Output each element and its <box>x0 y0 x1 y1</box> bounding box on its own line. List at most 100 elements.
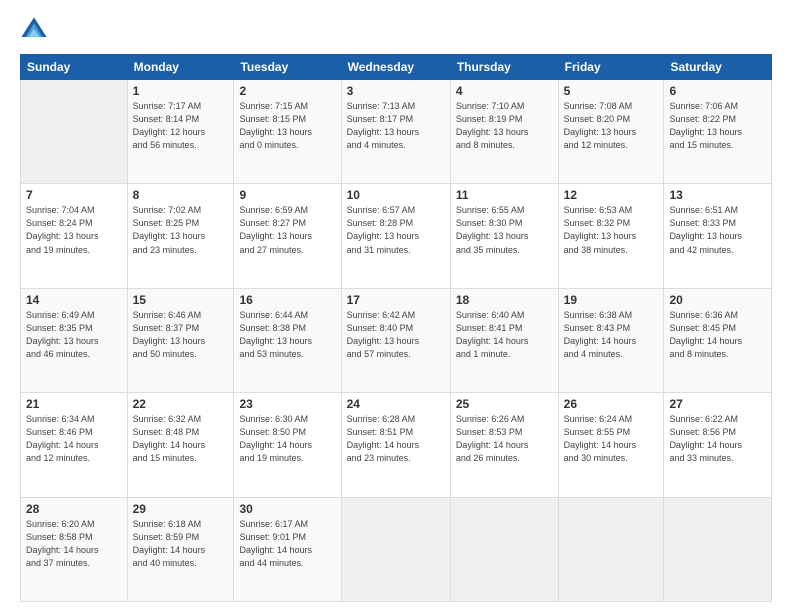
day-number: 9 <box>239 188 335 202</box>
day-number: 6 <box>669 84 766 98</box>
day-cell: 4 Sunrise: 7:10 AM Sunset: 8:19 PM Daylig… <box>450 80 558 184</box>
day-number: 5 <box>564 84 659 98</box>
logo <box>20 16 52 44</box>
day-cell: 27 Sunrise: 6:22 AM Sunset: 8:56 PM Dayli… <box>664 393 772 497</box>
weekday-header-tuesday: Tuesday <box>234 55 341 80</box>
day-cell: 9 Sunrise: 6:59 AM Sunset: 8:27 PM Daylig… <box>234 184 341 288</box>
day-cell: 7Sunrise: 7:04 AM Sunset: 8:24 PM Daylig… <box>21 184 128 288</box>
day-number: 16 <box>239 293 335 307</box>
day-info: Sunrise: 6:18 AM Sunset: 8:59 PM Dayligh… <box>133 518 229 570</box>
day-cell: 28Sunrise: 6:20 AM Sunset: 8:58 PM Dayli… <box>21 497 128 601</box>
day-number: 19 <box>564 293 659 307</box>
day-info: Sunrise: 6:22 AM Sunset: 8:56 PM Dayligh… <box>669 413 766 465</box>
day-cell: 8 Sunrise: 7:02 AM Sunset: 8:25 PM Daylig… <box>127 184 234 288</box>
day-info: Sunrise: 7:15 AM Sunset: 8:15 PM Dayligh… <box>239 100 335 152</box>
day-cell <box>664 497 772 601</box>
week-row-5: 28Sunrise: 6:20 AM Sunset: 8:58 PM Dayli… <box>21 497 772 601</box>
weekday-header-row: SundayMondayTuesdayWednesdayThursdayFrid… <box>21 55 772 80</box>
day-number: 11 <box>456 188 553 202</box>
day-cell: 26Sunrise: 6:24 AM Sunset: 8:55 PM Dayli… <box>558 393 664 497</box>
day-info: Sunrise: 7:06 AM Sunset: 8:22 PM Dayligh… <box>669 100 766 152</box>
day-cell: 12 Sunrise: 6:53 AM Sunset: 8:32 PM Dayli… <box>558 184 664 288</box>
day-number: 23 <box>239 397 335 411</box>
day-number: 17 <box>347 293 445 307</box>
week-row-4: 21 Sunrise: 6:34 AM Sunset: 8:46 PM Dayli… <box>21 393 772 497</box>
day-cell: 29 Sunrise: 6:18 AM Sunset: 8:59 PM Dayli… <box>127 497 234 601</box>
day-info: Sunrise: 6:26 AM Sunset: 8:53 PM Dayligh… <box>456 413 553 465</box>
day-cell: 2 Sunrise: 7:15 AM Sunset: 8:15 PM Daylig… <box>234 80 341 184</box>
day-cell: 22 Sunrise: 6:32 AM Sunset: 8:48 PM Dayli… <box>127 393 234 497</box>
day-cell: 10 Sunrise: 6:57 AM Sunset: 8:28 PM Dayli… <box>341 184 450 288</box>
day-cell: 19 Sunrise: 6:38 AM Sunset: 8:43 PM Dayli… <box>558 288 664 392</box>
day-number: 22 <box>133 397 229 411</box>
day-cell: 16 Sunrise: 6:44 AM Sunset: 8:38 PM Dayli… <box>234 288 341 392</box>
day-cell <box>558 497 664 601</box>
day-info: Sunrise: 6:28 AM Sunset: 8:51 PM Dayligh… <box>347 413 445 465</box>
day-number: 24 <box>347 397 445 411</box>
day-info: Sunrise: 6:59 AM Sunset: 8:27 PM Dayligh… <box>239 204 335 256</box>
day-cell: 15Sunrise: 6:46 AM Sunset: 8:37 PM Dayli… <box>127 288 234 392</box>
day-cell: 11 Sunrise: 6:55 AM Sunset: 8:30 PM Dayli… <box>450 184 558 288</box>
day-info: Sunrise: 7:02 AM Sunset: 8:25 PM Dayligh… <box>133 204 229 256</box>
header <box>20 16 772 44</box>
day-number: 2 <box>239 84 335 98</box>
day-cell: 23 Sunrise: 6:30 AM Sunset: 8:50 PM Dayli… <box>234 393 341 497</box>
day-info: Sunrise: 7:10 AM Sunset: 8:19 PM Dayligh… <box>456 100 553 152</box>
day-info: Sunrise: 6:57 AM Sunset: 8:28 PM Dayligh… <box>347 204 445 256</box>
weekday-header-monday: Monday <box>127 55 234 80</box>
week-row-1: 1 Sunrise: 7:17 AM Sunset: 8:14 PM Daylig… <box>21 80 772 184</box>
day-cell: 21 Sunrise: 6:34 AM Sunset: 8:46 PM Dayli… <box>21 393 128 497</box>
day-info: Sunrise: 6:38 AM Sunset: 8:43 PM Dayligh… <box>564 309 659 361</box>
weekday-header-wednesday: Wednesday <box>341 55 450 80</box>
weekday-header-friday: Friday <box>558 55 664 80</box>
day-cell: 25Sunrise: 6:26 AM Sunset: 8:53 PM Dayli… <box>450 393 558 497</box>
day-number: 10 <box>347 188 445 202</box>
day-cell: 30Sunrise: 6:17 AM Sunset: 9:01 PM Dayli… <box>234 497 341 601</box>
day-number: 27 <box>669 397 766 411</box>
day-info: Sunrise: 7:17 AM Sunset: 8:14 PM Dayligh… <box>133 100 229 152</box>
logo-icon <box>20 16 48 44</box>
day-info: Sunrise: 6:44 AM Sunset: 8:38 PM Dayligh… <box>239 309 335 361</box>
day-info: Sunrise: 6:36 AM Sunset: 8:45 PM Dayligh… <box>669 309 766 361</box>
week-row-3: 14 Sunrise: 6:49 AM Sunset: 8:35 PM Dayli… <box>21 288 772 392</box>
day-info: Sunrise: 6:24 AM Sunset: 8:55 PM Dayligh… <box>564 413 659 465</box>
day-cell <box>450 497 558 601</box>
day-info: Sunrise: 6:34 AM Sunset: 8:46 PM Dayligh… <box>26 413 122 465</box>
weekday-header-saturday: Saturday <box>664 55 772 80</box>
day-cell: 14 Sunrise: 6:49 AM Sunset: 8:35 PM Dayli… <box>21 288 128 392</box>
day-number: 13 <box>669 188 766 202</box>
day-info: Sunrise: 6:49 AM Sunset: 8:35 PM Dayligh… <box>26 309 122 361</box>
day-info: Sunrise: 6:30 AM Sunset: 8:50 PM Dayligh… <box>239 413 335 465</box>
day-number: 20 <box>669 293 766 307</box>
week-row-2: 7Sunrise: 7:04 AM Sunset: 8:24 PM Daylig… <box>21 184 772 288</box>
day-info: Sunrise: 7:04 AM Sunset: 8:24 PM Dayligh… <box>26 204 122 256</box>
day-number: 1 <box>133 84 229 98</box>
day-cell: 13 Sunrise: 6:51 AM Sunset: 8:33 PM Dayli… <box>664 184 772 288</box>
day-info: Sunrise: 6:51 AM Sunset: 8:33 PM Dayligh… <box>669 204 766 256</box>
day-number: 4 <box>456 84 553 98</box>
day-info: Sunrise: 6:32 AM Sunset: 8:48 PM Dayligh… <box>133 413 229 465</box>
day-number: 30 <box>239 502 335 516</box>
day-info: Sunrise: 6:40 AM Sunset: 8:41 PM Dayligh… <box>456 309 553 361</box>
day-cell: 5Sunrise: 7:08 AM Sunset: 8:20 PM Daylig… <box>558 80 664 184</box>
day-cell <box>21 80 128 184</box>
day-number: 3 <box>347 84 445 98</box>
day-cell: 24 Sunrise: 6:28 AM Sunset: 8:51 PM Dayli… <box>341 393 450 497</box>
day-info: Sunrise: 6:55 AM Sunset: 8:30 PM Dayligh… <box>456 204 553 256</box>
day-number: 29 <box>133 502 229 516</box>
page: SundayMondayTuesdayWednesdayThursdayFrid… <box>0 0 792 612</box>
calendar-table: SundayMondayTuesdayWednesdayThursdayFrid… <box>20 54 772 602</box>
day-cell: 18 Sunrise: 6:40 AM Sunset: 8:41 PM Dayli… <box>450 288 558 392</box>
day-number: 18 <box>456 293 553 307</box>
day-info: Sunrise: 6:53 AM Sunset: 8:32 PM Dayligh… <box>564 204 659 256</box>
day-number: 14 <box>26 293 122 307</box>
day-cell: 1 Sunrise: 7:17 AM Sunset: 8:14 PM Daylig… <box>127 80 234 184</box>
day-cell: 6 Sunrise: 7:06 AM Sunset: 8:22 PM Daylig… <box>664 80 772 184</box>
day-number: 21 <box>26 397 122 411</box>
day-number: 12 <box>564 188 659 202</box>
day-info: Sunrise: 6:42 AM Sunset: 8:40 PM Dayligh… <box>347 309 445 361</box>
day-cell <box>341 497 450 601</box>
day-cell: 17 Sunrise: 6:42 AM Sunset: 8:40 PM Dayli… <box>341 288 450 392</box>
day-number: 8 <box>133 188 229 202</box>
weekday-header-thursday: Thursday <box>450 55 558 80</box>
